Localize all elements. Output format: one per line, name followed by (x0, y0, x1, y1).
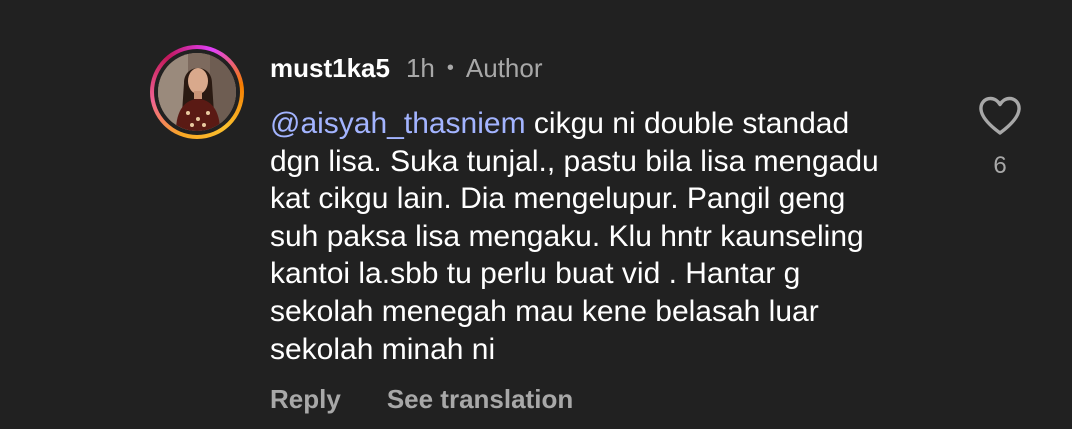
comment-text: @aisyah_thasniem cikgu ni double standad… (270, 105, 950, 368)
like-count: 6 (993, 152, 1007, 179)
author-badge: Author (465, 52, 543, 83)
comment-line: kat cikgu lain. Dia mengelupur. Pangil g… (270, 182, 846, 216)
avatar-photo (158, 53, 236, 131)
like-button[interactable] (976, 92, 1024, 140)
comment-line: suh paksa lisa mengaku. Klu hntr kaunsel… (270, 219, 864, 253)
comment-line: @aisyah_thasniem cikgu ni double standad (270, 105, 950, 143)
comment-line: sekolah minah ni (270, 332, 496, 366)
comment-line: kantoi la.sbb tu perlu buat vid . Hantar… (270, 257, 801, 291)
heart-outline-icon (979, 96, 1021, 135)
comment-line: sekolah menegah mau kene belasah luar (270, 294, 819, 328)
mention-link[interactable]: @aisyah_thasniem (270, 107, 526, 140)
username[interactable]: must1ka5 (270, 53, 390, 84)
reply-button[interactable]: Reply (270, 384, 341, 415)
comment-meta: must1ka5 1h • Author (270, 48, 950, 88)
meta-separator: • (446, 56, 454, 79)
comment-line-text: cikgu ni double standad (525, 107, 850, 140)
avatar-ring-gap (154, 49, 240, 135)
comment-line: dgn lisa. Suka tunjal., pastu bila lisa … (270, 144, 879, 178)
see-translation-button[interactable]: See translation (387, 384, 573, 415)
comment: must1ka5 1h • Author @aisyah_thasniem ci… (270, 48, 950, 368)
comment-actions: Reply See translation (270, 384, 573, 415)
timestamp: 1h (405, 52, 435, 83)
avatar-photo-image (158, 53, 236, 131)
avatar[interactable] (150, 45, 244, 139)
